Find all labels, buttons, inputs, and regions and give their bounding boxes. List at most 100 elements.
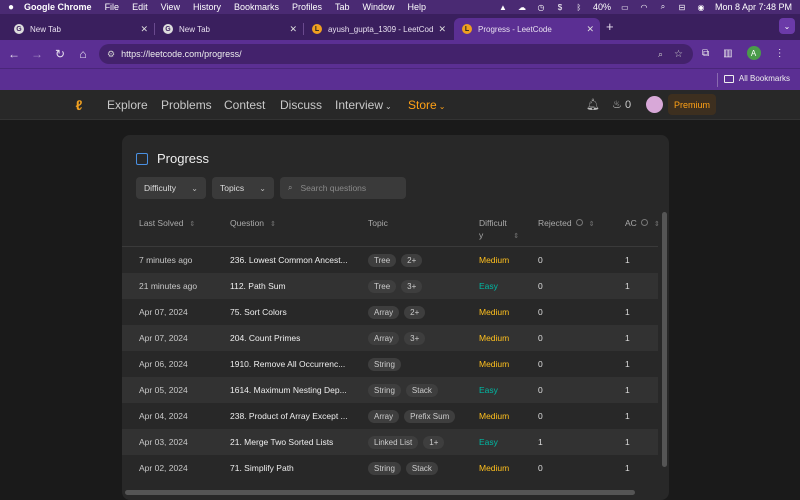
close-icon[interactable]: ✕	[289, 24, 297, 35]
menu-bookmarks[interactable]: Bookmarks	[234, 2, 279, 12]
menu-file[interactable]: File	[105, 2, 120, 12]
browser-tab[interactable]: G New Tab ✕	[155, 18, 304, 40]
leetcode-logo-icon[interactable]: ℓ	[72, 97, 86, 113]
back-icon[interactable]: ←	[3, 43, 25, 65]
home-icon[interactable]: ⌂	[72, 43, 94, 65]
all-bookmarks-button[interactable]: All Bookmarks	[723, 74, 790, 83]
question-link[interactable]: 238. Product of Array Except ...	[230, 403, 362, 429]
streak-counter[interactable]: ♨ 0	[612, 98, 631, 111]
premium-button[interactable]: Premium	[668, 94, 716, 115]
topic-tag[interactable]: Array	[368, 331, 400, 345]
question-link[interactable]: 75. Sort Colors	[230, 299, 362, 325]
forward-icon[interactable]: →	[26, 43, 48, 65]
col-question[interactable]: Question ⇕	[230, 217, 276, 231]
nav-interview[interactable]: Interview ⌄	[335, 98, 392, 112]
zoom-icon[interactable]: ⌕	[658, 49, 663, 60]
topic-tag[interactable]: Tree	[368, 279, 397, 293]
battery-icon[interactable]: ▭	[620, 3, 630, 12]
vertical-scrollbar[interactable]	[662, 212, 667, 467]
topic-tag[interactable]: Stack	[405, 383, 438, 397]
col-last-solved[interactable]: Last Solved ⇕	[139, 217, 195, 231]
control-center-icon[interactable]: ⊟	[677, 3, 687, 12]
menu-help[interactable]: Help	[408, 2, 427, 12]
table-row[interactable]: Apr 06, 2024 1910. Remove All Occurrenc..…	[122, 351, 658, 377]
question-link[interactable]: 71. Simplify Path	[230, 455, 362, 481]
topic-tag[interactable]: 3+	[401, 279, 423, 293]
new-tab-icon[interactable]: +	[606, 19, 614, 34]
question-link[interactable]: 1614. Maximum Nesting Dep...	[230, 377, 362, 403]
table-row[interactable]: Apr 02, 2024 71. Simplify Path String Stack…	[122, 455, 658, 481]
topic-tag[interactable]: String	[368, 383, 401, 397]
table-row[interactable]: Apr 07, 2024 75. Sort Colors Array 2+ Medium…	[122, 299, 658, 325]
clock-icon[interactable]: ◷	[536, 3, 546, 12]
horizontal-scrollbar[interactable]	[125, 490, 635, 495]
menu-window[interactable]: Window	[363, 2, 395, 12]
extensions-icon[interactable]: ⧉	[702, 48, 709, 59]
question-link[interactable]: 112. Path Sum	[230, 273, 362, 299]
question-link[interactable]: 21. Merge Two Sorted Lists	[230, 429, 362, 455]
apple-icon[interactable]: ●	[8, 2, 14, 13]
table-row[interactable]: 7 minutes ago 236. Lowest Common Ancest..…	[122, 247, 658, 273]
close-icon[interactable]: ✕	[438, 24, 446, 35]
table-row[interactable]: 21 minutes ago 112. Path Sum Tree 3+ Easy 0 1	[122, 273, 658, 299]
side-panel-icon[interactable]: ▥	[723, 48, 732, 59]
menu-view[interactable]: View	[161, 2, 180, 12]
close-icon[interactable]: ✕	[586, 24, 594, 35]
menubar-clock[interactable]: Mon 8 Apr 7:48 PM	[715, 2, 792, 12]
browser-tab-active[interactable]: L Progress - LeetCode ✕	[454, 18, 600, 40]
browser-tab[interactable]: G New Tab ✕	[6, 18, 155, 40]
col-difficulty[interactable]: Difficult y ⇕	[479, 217, 519, 243]
kebab-menu-icon[interactable]: ⋮	[775, 48, 785, 59]
wifi-icon[interactable]: ◠	[639, 3, 649, 12]
bell-icon[interactable]: 🔔︎	[586, 98, 600, 111]
topic-tag[interactable]: Linked List	[368, 435, 419, 449]
address-bar[interactable]: ⚙ https://leetcode.com/progress/ ⌕ ☆	[99, 44, 693, 64]
topic-tag[interactable]: 2+	[404, 305, 426, 319]
topics-filter[interactable]: Topics ⌄	[212, 177, 274, 199]
question-link[interactable]: 236. Lowest Common Ancest...	[230, 247, 362, 273]
browser-tab[interactable]: L ayush_gupta_1309 - LeetCod ✕	[304, 18, 452, 40]
col-rejected[interactable]: Rejected ⇕	[538, 217, 594, 231]
table-row[interactable]: Apr 05, 2024 1614. Maximum Nesting Dep...…	[122, 377, 658, 403]
siri-icon[interactable]: ◉	[696, 3, 706, 12]
profile-avatar[interactable]: A	[746, 46, 761, 60]
nav-store[interactable]: Store ⌄	[408, 98, 445, 112]
dollar-icon[interactable]: $	[555, 3, 565, 12]
menu-edit[interactable]: Edit	[132, 2, 148, 12]
nav-explore[interactable]: Explore	[107, 98, 148, 112]
table-row[interactable]: Apr 04, 2024 238. Product of Array Except…	[122, 403, 658, 429]
menu-profiles[interactable]: Profiles	[292, 2, 322, 12]
table-row[interactable]: Apr 03, 2024 21. Merge Two Sorted Lists Li…	[122, 429, 658, 455]
topic-tag[interactable]: String	[368, 461, 401, 475]
menu-tab[interactable]: Tab	[335, 2, 350, 12]
cloud-icon[interactable]: ☁	[517, 3, 527, 12]
search-input[interactable]: ⌕ Search questions	[280, 177, 406, 199]
user-avatar[interactable]	[646, 96, 663, 113]
table-row[interactable]: Apr 07, 2024 204. Count Primes Array 3+ Medi…	[122, 325, 658, 351]
difficulty-filter[interactable]: Difficulty ⌄	[136, 177, 206, 199]
topic-tag[interactable]: 3+	[404, 331, 426, 345]
nav-contest[interactable]: Contest	[224, 98, 265, 112]
topic-tag[interactable]: Array	[368, 409, 400, 423]
bookmark-star-icon[interactable]: ☆	[674, 49, 683, 60]
tab-search-chevron-icon[interactable]: ⌄	[779, 18, 795, 34]
col-ac[interactable]: AC ⇕	[625, 217, 660, 231]
topic-tag[interactable]: String	[368, 357, 401, 371]
close-icon[interactable]: ✕	[140, 24, 148, 35]
question-link[interactable]: 204. Count Primes	[230, 325, 362, 351]
nav-problems[interactable]: Problems	[161, 98, 212, 112]
topic-tag[interactable]: Prefix Sum	[404, 409, 456, 423]
topic-tag[interactable]: Tree	[368, 253, 397, 267]
nav-discuss[interactable]: Discuss	[280, 98, 322, 112]
menu-history[interactable]: History	[193, 2, 221, 12]
topic-tag[interactable]: 2+	[401, 253, 423, 267]
url-text[interactable]: https://leetcode.com/progress/	[121, 49, 242, 59]
reload-icon[interactable]: ↻	[49, 43, 71, 65]
topic-tag[interactable]: Array	[368, 305, 400, 319]
search-icon[interactable]: ⌕	[658, 2, 668, 12]
bluetooth-icon[interactable]: ᛒ	[574, 3, 584, 12]
info-icon[interactable]	[575, 219, 583, 226]
status-app-icon[interactable]: ▲	[498, 3, 508, 12]
menu-app-name[interactable]: Google Chrome	[24, 2, 92, 12]
question-link[interactable]: 1910. Remove All Occurrenc...	[230, 351, 362, 377]
